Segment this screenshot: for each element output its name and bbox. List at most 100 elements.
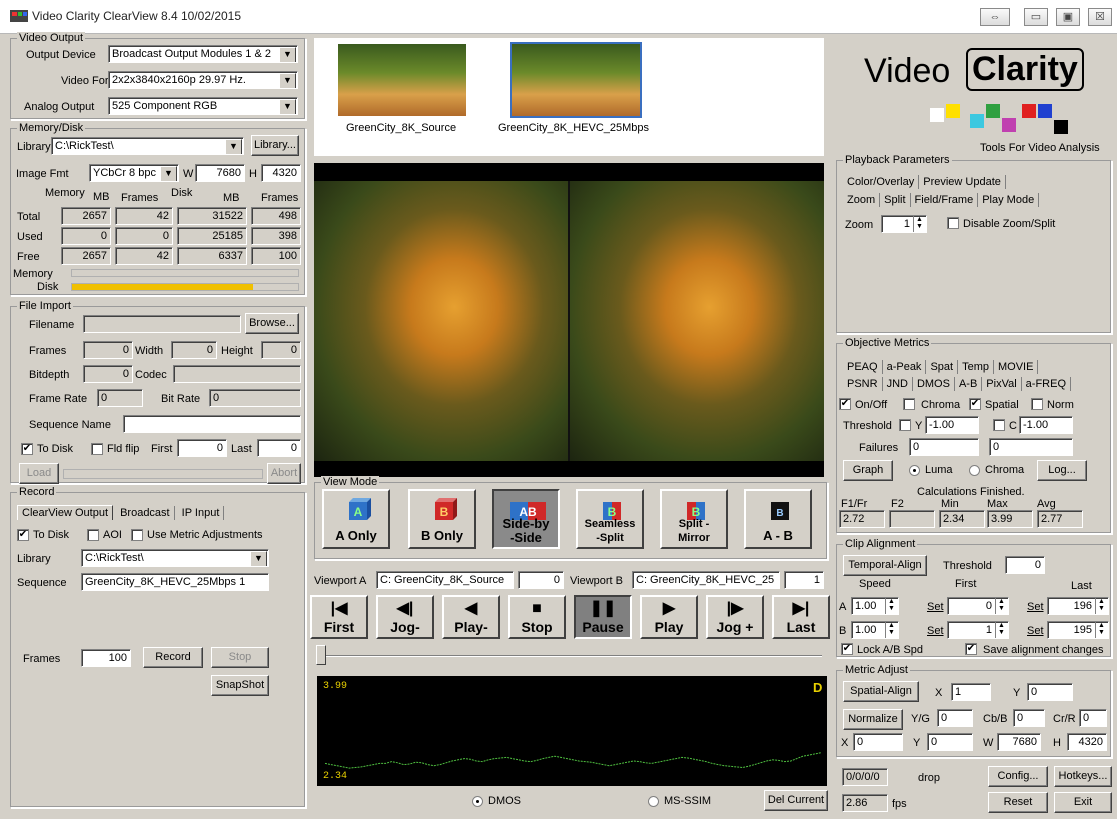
play-button[interactable]: ▶ Play xyxy=(640,595,698,639)
threshold-y-field[interactable]: -1.00 xyxy=(925,416,979,434)
timeline-slider-handle[interactable] xyxy=(316,645,326,665)
record-frames-field[interactable]: 100 xyxy=(81,649,131,667)
spinner-arrows-icon[interactable]: ▲ ▼ xyxy=(1095,622,1107,638)
tab-play-mode[interactable]: Play Mode xyxy=(978,193,1040,207)
thumbnail-source-image[interactable] xyxy=(338,44,466,116)
onoff-checkbox[interactable]: ✔ xyxy=(839,398,851,410)
close-icon[interactable]: ☒ xyxy=(1088,8,1112,26)
tab-field-frame[interactable]: Field/Frame xyxy=(911,193,979,207)
height-field[interactable]: 4320 xyxy=(261,164,301,182)
log-button[interactable]: Log... xyxy=(1037,460,1087,481)
spinner-arrows-icon[interactable]: ▲ ▼ xyxy=(995,622,1007,638)
width-field[interactable]: 7680 xyxy=(195,164,245,182)
tab-preview-update[interactable]: Preview Update xyxy=(919,175,1006,189)
normalize-button[interactable]: Normalize xyxy=(843,709,903,730)
del-current-button[interactable]: Del Current xyxy=(764,790,828,811)
library-button[interactable]: Library... xyxy=(251,135,299,156)
snapshot-button[interactable]: SnapShot xyxy=(211,675,269,696)
crop-h-field[interactable]: 4320 xyxy=(1067,733,1107,751)
crop-x-field[interactable]: 0 xyxy=(853,733,903,751)
sequence-name-field[interactable] xyxy=(123,415,301,433)
seamless-split-button[interactable]: B Seamless -Split xyxy=(576,489,644,549)
timeline-track[interactable] xyxy=(322,655,822,657)
b-last-spinner[interactable]: 195 ▲ ▼ xyxy=(1047,621,1109,639)
clip-threshold-field[interactable]: 0 xyxy=(1005,556,1045,574)
tab-ip-input[interactable]: IP Input xyxy=(178,506,225,520)
chroma-radio[interactable] xyxy=(969,465,980,476)
first-field[interactable]: 0 xyxy=(177,439,227,457)
pause-button[interactable]: ❚❚ Pause xyxy=(574,595,632,639)
tab-psnr[interactable]: PSNR xyxy=(843,377,883,391)
tab-a-freq[interactable]: a-FREQ xyxy=(1022,377,1072,391)
tab-color-overlay[interactable]: Color/Overlay xyxy=(843,175,920,189)
b-last-set-link[interactable]: Set xyxy=(1027,625,1044,637)
lock-ab-speed-checkbox[interactable]: ✔ xyxy=(841,643,853,655)
chroma-checkbox[interactable] xyxy=(903,398,915,410)
analog-output-select[interactable]: 525 Component RGB ▼ xyxy=(108,97,298,115)
tab-dmos[interactable]: DMOS xyxy=(913,377,955,391)
save-alignment-checkbox[interactable]: ✔ xyxy=(965,643,977,655)
load-button[interactable]: Load xyxy=(19,463,59,484)
spinner-arrows-icon[interactable]: ▲ ▼ xyxy=(913,216,925,232)
spinner-arrows-icon[interactable]: ▲ ▼ xyxy=(1095,598,1107,614)
a-first-set-link[interactable]: Set xyxy=(927,601,944,613)
viewport-b-frame[interactable]: 1 xyxy=(784,571,824,589)
threshold-c-checkbox[interactable] xyxy=(993,419,1005,431)
tab-temp[interactable]: Temp xyxy=(958,360,994,374)
viewport-b-field[interactable]: C: GreenCity_8K_HEVC_25 xyxy=(632,571,780,589)
spinner-arrows-icon[interactable]: ▲ ▼ xyxy=(885,598,897,614)
to-disk-checkbox[interactable]: ✔ xyxy=(21,443,33,455)
split-mirror-button[interactable]: B Split - Mirror xyxy=(660,489,728,549)
temporal-align-button[interactable]: Temporal-Align xyxy=(843,555,927,576)
dmos-radio[interactable] xyxy=(472,796,483,807)
last-button[interactable]: ▶| Last xyxy=(772,595,830,639)
tab-pixval[interactable]: PixVal xyxy=(982,377,1022,391)
library-select[interactable]: C:\RickTest\ ▼ xyxy=(51,137,244,155)
fld-flip-checkbox[interactable] xyxy=(91,443,103,455)
graph-button[interactable]: Graph xyxy=(843,460,893,481)
cbb-field[interactable]: 0 xyxy=(1013,709,1045,727)
tab-movie[interactable]: MOVIE xyxy=(994,360,1039,374)
tab-a-peak[interactable]: a-Peak xyxy=(883,360,927,374)
play-reverse-button[interactable]: ◀ Play- xyxy=(442,595,500,639)
yg-field[interactable]: 0 xyxy=(937,709,973,727)
record-library-select[interactable]: C:\RickTest\ ▼ xyxy=(81,549,269,567)
jog-back-button[interactable]: ◀| Jog- xyxy=(376,595,434,639)
tab-peaq[interactable]: PEAQ xyxy=(843,360,883,374)
viewport-a-frame[interactable]: 0 xyxy=(518,571,564,589)
browse-button[interactable]: Browse... xyxy=(245,313,299,334)
tab-split[interactable]: Split xyxy=(880,193,911,207)
b-speed-spinner[interactable]: 1.00 ▲ ▼ xyxy=(851,621,899,639)
last-field[interactable]: 0 xyxy=(257,439,301,457)
abort-button[interactable]: Abort xyxy=(267,463,301,484)
side-by-side-button[interactable]: AB Side-by -Side xyxy=(492,489,560,549)
tab-broadcast[interactable]: Broadcast xyxy=(116,506,175,520)
tab-clearview-output[interactable]: ClearView Output xyxy=(17,505,114,520)
crr-field[interactable]: 0 xyxy=(1079,709,1107,727)
record-button[interactable]: Record xyxy=(143,647,203,668)
thumbnail-hevc-image[interactable] xyxy=(510,42,642,118)
b-first-set-link[interactable]: Set xyxy=(927,625,944,637)
crop-w-field[interactable]: 7680 xyxy=(997,733,1041,751)
a-last-set-link[interactable]: Set xyxy=(1027,601,1044,613)
a-minus-b-button[interactable]: B A - B xyxy=(744,489,812,549)
image-fmt-select[interactable]: YCbCr 8 bpc ▼ xyxy=(89,164,179,182)
b-only-button[interactable]: B B Only xyxy=(408,489,476,549)
a-first-spinner[interactable]: 0 ▲ ▼ xyxy=(947,597,1009,615)
restore-icon[interactable]: ⇔ xyxy=(980,8,1010,26)
spatial-y-field[interactable]: 0 xyxy=(1027,683,1073,701)
viewport-a-field[interactable]: C: GreenCity_8K_Source xyxy=(376,571,514,589)
disable-zoom-checkbox[interactable] xyxy=(947,217,959,229)
output-device-select[interactable]: Broadcast Output Modules 1 & 2 ▼ xyxy=(108,45,298,63)
record-sequence-field[interactable]: GreenCity_8K_HEVC_25Mbps 1 xyxy=(81,573,269,591)
msssim-radio[interactable] xyxy=(648,796,659,807)
luma-radio[interactable] xyxy=(909,465,920,476)
video-format-select[interactable]: 2x2x3840x2160p 29.97 Hz. ▼ xyxy=(108,71,298,89)
spatial-align-button[interactable]: Spatial-Align xyxy=(843,681,919,702)
hotkeys-button[interactable]: Hotkeys... xyxy=(1054,766,1112,787)
aoi-checkbox[interactable] xyxy=(87,529,99,541)
jog-forward-button[interactable]: |▶ Jog + xyxy=(706,595,764,639)
reset-button[interactable]: Reset xyxy=(988,792,1048,813)
threshold-c-field[interactable]: -1.00 xyxy=(1019,416,1073,434)
a-only-button[interactable]: A A Only xyxy=(322,489,390,549)
